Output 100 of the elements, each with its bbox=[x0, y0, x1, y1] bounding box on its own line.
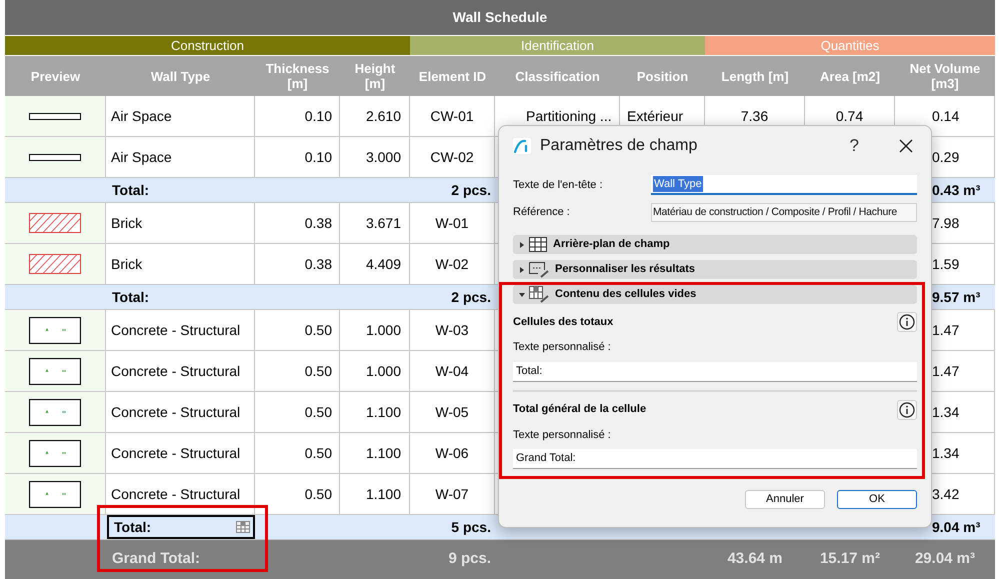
dialog-title: Paramètres de champ bbox=[540, 136, 698, 156]
total-net-volume: 9.04 m³ bbox=[932, 518, 980, 536]
table-cell-text: 3.671 bbox=[366, 214, 401, 232]
total-count: 2 pcs. bbox=[451, 288, 491, 307]
table-cell-text: CW-01 bbox=[430, 106, 474, 126]
table-cell-text: Extérieur bbox=[627, 106, 684, 126]
column-group-header: Construction bbox=[5, 36, 410, 55]
table-cell-text: Air Space bbox=[111, 148, 172, 167]
table-cell-text: W-07 bbox=[435, 484, 469, 504]
info-button[interactable] bbox=[897, 312, 917, 332]
field-label: Texte de l'en-tête : bbox=[513, 178, 604, 193]
total-label: Total: bbox=[111, 180, 150, 200]
concrete-preview-icon bbox=[29, 480, 81, 508]
info-button[interactable] bbox=[897, 400, 917, 420]
total-net-volume: 0.43 m³ bbox=[932, 180, 980, 200]
brick-hatch-preview-icon bbox=[29, 254, 81, 274]
dialog-button[interactable]: OK bbox=[837, 490, 917, 509]
total-net-volume: 9.57 m³ bbox=[932, 288, 980, 306]
section-header[interactable]: Arrière-plan de champ bbox=[513, 235, 917, 254]
section-header[interactable]: Contenu des cellules vides bbox=[513, 285, 917, 304]
table-cell-text: W-01 bbox=[435, 214, 469, 232]
grid-icon bbox=[529, 237, 547, 252]
concrete-preview-icon bbox=[29, 398, 81, 426]
table-cell-text: W-05 bbox=[435, 402, 469, 422]
grand-total-count: 9 pcs. bbox=[448, 549, 491, 570]
column-header[interactable]: Preview bbox=[30, 68, 80, 84]
field-label: Texte personnalisé : bbox=[513, 340, 612, 355]
column-header[interactable]: Length [m] bbox=[721, 68, 789, 84]
table-cell-text: 0.50 bbox=[304, 362, 332, 380]
group-heading: Cellules des totaux bbox=[513, 314, 614, 330]
table-cell-text: 0.10 bbox=[304, 148, 332, 166]
custom-text-field[interactable]: Grand Total: bbox=[513, 449, 917, 469]
selected-total-cell[interactable]: Total: bbox=[107, 515, 255, 539]
table-cell-text: 1.000 bbox=[366, 362, 401, 380]
table-cell-text: 2.610 bbox=[366, 106, 401, 126]
table-cell-text: 0.14 bbox=[932, 106, 960, 126]
total-count: 5 pcs. bbox=[451, 518, 491, 537]
field-label: Référence : bbox=[513, 205, 571, 220]
table-cell-text: 1.47 bbox=[932, 362, 960, 380]
table-cell-text: W-02 bbox=[435, 254, 469, 274]
table-edit-icon bbox=[529, 286, 549, 303]
table-cell-text: 1.100 bbox=[366, 444, 401, 462]
table-cell-text: 0.50 bbox=[304, 484, 332, 504]
table-cell-text: Air Space bbox=[111, 106, 172, 126]
table-cell-text: 3.000 bbox=[366, 148, 401, 166]
table-cell-text: 0.50 bbox=[304, 402, 332, 422]
table-cell-text: Brick bbox=[111, 254, 142, 274]
table-cell-text: Partitioning ... bbox=[526, 106, 612, 126]
grand-total-net-volume: 29.04 m³ bbox=[914, 549, 976, 570]
reference-field: Matériau de construction / Composite / Profil / Hachure bbox=[651, 203, 917, 222]
dialog-button[interactable]: Annuler bbox=[745, 490, 825, 509]
caret-down-icon bbox=[519, 292, 525, 298]
concrete-preview-icon bbox=[29, 358, 81, 384]
table-cell-text: 0.74 bbox=[836, 106, 864, 126]
column-header[interactable]: Position bbox=[636, 68, 688, 84]
table-cell-text: Brick bbox=[111, 214, 142, 232]
table-cell-text: 7.98 bbox=[932, 214, 960, 232]
column-header[interactable]: Net Volume [m3] bbox=[898, 61, 992, 91]
field-label: Texte personnalisé : bbox=[513, 428, 612, 442]
column-header[interactable]: Height [m] bbox=[343, 61, 407, 91]
table-cell-icon bbox=[236, 521, 250, 533]
column-header[interactable]: Classification bbox=[515, 68, 600, 84]
concrete-preview-icon bbox=[29, 440, 81, 466]
total-count: 2 pcs. bbox=[451, 180, 491, 200]
air-space-preview-icon bbox=[29, 154, 81, 160]
table-cell-text: Concrete - Structural bbox=[111, 444, 240, 462]
group-heading: Total général de la cellule bbox=[513, 402, 646, 418]
header-text-field[interactable]: Wall Type bbox=[651, 175, 917, 195]
table-cell-text: Concrete - Structural bbox=[111, 362, 240, 380]
column-header[interactable]: Thickness [m] bbox=[258, 61, 337, 91]
table-cell-text: W-04 bbox=[435, 362, 469, 380]
table-cell-text: 1.34 bbox=[932, 402, 960, 422]
grand-total-length: 43.64 m bbox=[727, 549, 783, 570]
concrete-preview-icon bbox=[29, 316, 81, 344]
help-button[interactable]: ? bbox=[850, 133, 859, 159]
table-cell-text: 1.100 bbox=[366, 484, 401, 504]
column-header[interactable]: Wall Type bbox=[150, 68, 210, 84]
table-cell-text: Concrete - Structural bbox=[111, 484, 240, 504]
caret-right-icon bbox=[519, 242, 525, 248]
table-cell-text: 0.38 bbox=[304, 214, 332, 232]
table-cell-text: 1.47 bbox=[932, 320, 960, 340]
custom-text-field[interactable]: Total: bbox=[513, 362, 917, 382]
table-cell-text: 0.29 bbox=[932, 148, 960, 166]
column-header[interactable]: Element ID bbox=[418, 68, 486, 84]
column-group-header: Quantities bbox=[705, 36, 995, 55]
table-cell-text: 1.34 bbox=[932, 444, 960, 462]
table-cell-text: Concrete - Structural bbox=[111, 320, 240, 340]
table-cell-text: 1.100 bbox=[366, 402, 401, 422]
column-header[interactable]: Area [m2] bbox=[820, 68, 880, 84]
close-icon[interactable] bbox=[899, 139, 913, 153]
schedule-title: Wall Schedule bbox=[452, 8, 548, 27]
table-cell-text: W-03 bbox=[435, 320, 469, 340]
table-cell-text: 3.42 bbox=[932, 484, 960, 504]
section-header[interactable]: Personnaliser les résultats bbox=[513, 260, 917, 279]
edit-box-icon bbox=[529, 262, 549, 278]
table-cell-text: W-06 bbox=[435, 444, 469, 462]
table-cell-text: 0.50 bbox=[304, 444, 332, 462]
table-cell-text: Concrete - Structural bbox=[111, 402, 240, 422]
table-cell-text: 0.10 bbox=[304, 106, 332, 126]
app-logo-icon bbox=[513, 138, 531, 154]
